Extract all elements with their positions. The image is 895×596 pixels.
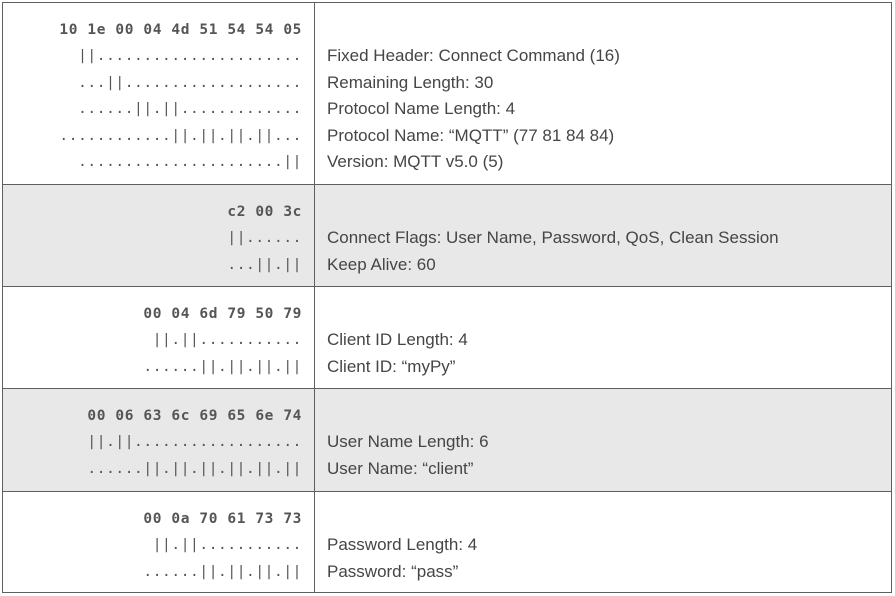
- byte-map-line: ......||.||.||.||: [143, 563, 302, 580]
- table-row: 00 06 63 6c 69 65 6e 74 ||.||...........…: [3, 388, 891, 491]
- description-cell: Password Length: 4 Password: “pass”: [315, 492, 891, 592]
- byte-map-line: ...||...................: [78, 74, 302, 91]
- hex-bytes: 00 0a 70 61 73 73: [143, 511, 302, 527]
- table-row: 10 1e 00 04 4d 51 54 54 05 ||...........…: [3, 3, 891, 184]
- field-description: User Name Length: 6: [327, 432, 489, 451]
- table-row: c2 00 3c ||...... ...||.|| Connect Flags…: [3, 184, 891, 286]
- hex-cell: 00 0a 70 61 73 73 ||.||........... .....…: [3, 492, 315, 592]
- hex-bytes: 10 1e 00 04 4d 51 54 54 05: [59, 22, 302, 38]
- field-description: Password: “pass”: [327, 561, 459, 581]
- hex-bytes: c2 00 3c: [227, 204, 302, 220]
- description-cell: Connect Flags: User Name, Password, QoS,…: [315, 185, 891, 286]
- field-description: Version: MQTT v5.0 (5): [327, 152, 504, 171]
- byte-map-line: ......||.||.............: [78, 101, 302, 117]
- field-description: Fixed Header: Connect Command (16): [327, 46, 620, 65]
- hex-bytes: 00 06 63 6c 69 65 6e 74: [87, 408, 302, 424]
- field-description: Keep Alive: 60: [327, 254, 436, 274]
- table-row: 00 04 6d 79 50 79 ||.||........... .....…: [3, 286, 891, 388]
- hex-cell: 00 04 6d 79 50 79 ||.||........... .....…: [3, 287, 315, 388]
- byte-map-line: ||.||...........: [152, 332, 302, 348]
- hex-bytes: 00 04 6d 79 50 79: [143, 306, 302, 322]
- byte-map-line: ...||.||: [227, 256, 302, 273]
- description-cell: Client ID Length: 4 Client ID: “myPy”: [315, 287, 891, 388]
- byte-map-line: ......||.||.||.||: [143, 358, 302, 375]
- description-cell: User Name Length: 6 User Name: “client”: [315, 389, 891, 491]
- table-row: 00 0a 70 61 73 73 ||.||........... .....…: [3, 491, 891, 592]
- byte-map-line: ||......................: [78, 48, 302, 64]
- byte-map-line: ......||.||.||.||.||.||: [87, 460, 302, 477]
- byte-map-line: ||.||...........: [152, 537, 302, 553]
- description-cell: Fixed Header: Connect Command (16) Remai…: [315, 3, 891, 184]
- field-description: Protocol Name Length: 4: [327, 99, 516, 118]
- field-description: Password Length: 4: [327, 535, 478, 554]
- field-description: Connect Flags: User Name, Password, QoS,…: [327, 228, 779, 247]
- hex-cell: c2 00 3c ||...... ...||.||: [3, 185, 315, 286]
- packet-breakdown-table: 10 1e 00 04 4d 51 54 54 05 ||...........…: [2, 2, 892, 593]
- hex-cell: 00 06 63 6c 69 65 6e 74 ||.||...........…: [3, 389, 315, 491]
- field-description: User Name: “client”: [327, 458, 474, 478]
- hex-cell: 10 1e 00 04 4d 51 54 54 05 ||...........…: [3, 3, 315, 184]
- field-description: Client ID Length: 4: [327, 330, 468, 349]
- byte-map-line: ............||.||.||.||...: [59, 127, 302, 144]
- byte-map-line: ......................||: [78, 154, 302, 170]
- field-description: Remaining Length: 30: [327, 72, 494, 92]
- byte-map-line: ||.||..................: [87, 434, 302, 450]
- field-description: Client ID: “myPy”: [327, 356, 456, 376]
- byte-map-line: ||......: [227, 230, 302, 246]
- field-description: Protocol Name: “MQTT” (77 81 84 84): [327, 125, 615, 145]
